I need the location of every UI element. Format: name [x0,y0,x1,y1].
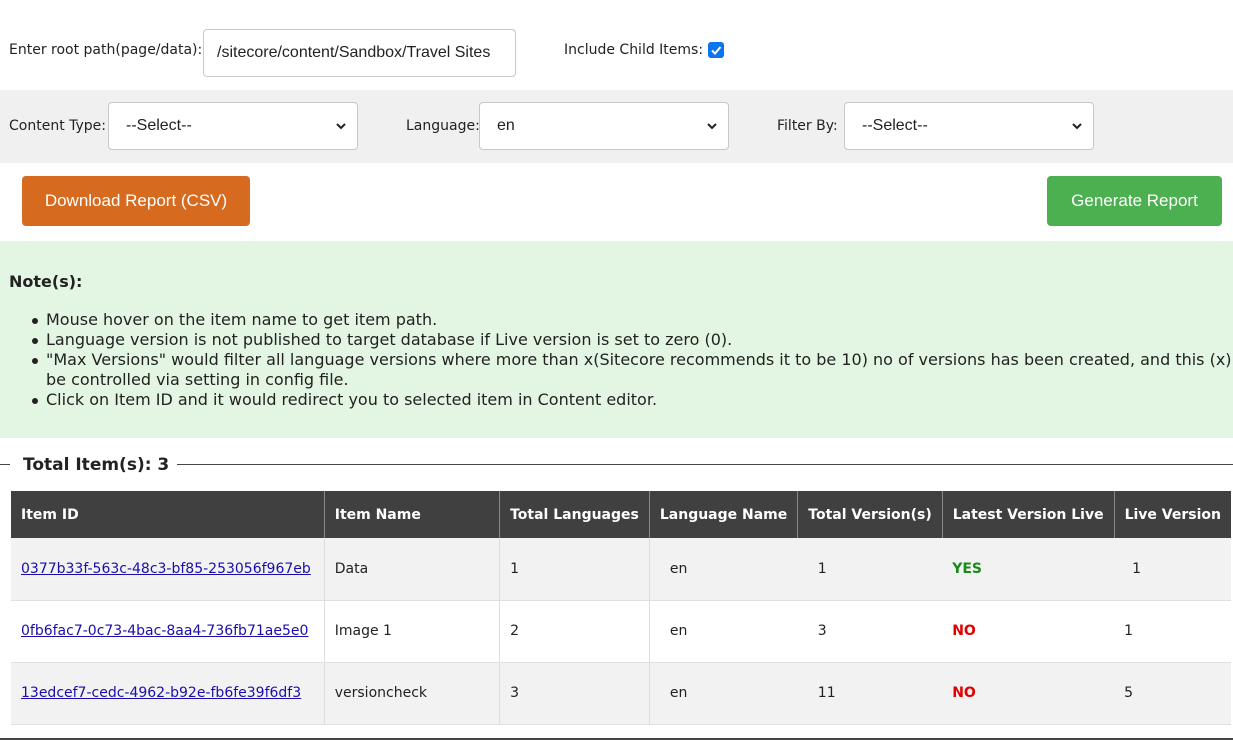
total-languages: 1 [499,538,650,601]
total-versions: 1 [797,538,943,601]
notes-list: Mouse hover on the item name to get item… [32,310,1233,410]
latest-version-live: YES [942,538,1115,601]
divider [0,464,10,465]
chevron-down-icon [336,123,346,130]
table-row: 0377b33f-563c-48c3-bf85-253056f967eb Dat… [11,538,1231,601]
download-report-button[interactable]: Download Report (CSV) [22,176,250,226]
include-child-checkbox[interactable] [708,42,724,58]
generate-report-button[interactable]: Generate Report [1047,176,1222,226]
root-path-row: Enter root path(page/data): /sitecore/co… [0,0,1233,90]
note-item: Click on Item ID and it would redirect y… [32,390,1233,410]
table-header-row: Item ID Item Name Total Languages Langua… [11,491,1231,538]
item-name[interactable]: Data [324,538,501,601]
bullet-icon [32,338,38,344]
table-row: 13edcef7-cedc-4962-b92e-fb6fe39f6df3 ver… [11,662,1231,725]
total-versions: 11 [797,662,943,725]
content-type-select[interactable]: --Select-- [108,102,358,150]
language-name: en [649,600,798,663]
total-languages: 3 [499,662,650,725]
live-version: 5 [1114,662,1231,725]
language-value: en [497,117,515,134]
live-version: 1 [1114,600,1231,663]
item-id-link[interactable]: 0377b33f-563c-48c3-bf85-253056f967eb [21,561,311,577]
live-version: 1 [1114,538,1231,601]
notes-title: Note(s): [9,272,83,291]
chevron-down-icon [707,123,717,130]
language-name: en [649,538,798,601]
item-id-link[interactable]: 0fb6fac7-0c73-4bac-8aa4-736fb71ae5e0 [21,623,308,639]
language-name: en [649,662,798,725]
latest-version-live: NO [942,600,1115,663]
filter-by-label: Filter By: [777,118,838,134]
column-header[interactable]: Live Version [1114,491,1231,538]
bullet-icon [32,318,38,324]
column-header[interactable]: Language Name [649,491,799,538]
filter-row: Content Type: --Select-- Language: en Fi… [0,90,1233,163]
content-type-value: --Select-- [126,117,192,134]
latest-version-live: NO [942,662,1115,725]
column-header[interactable]: Total Languages [499,491,650,538]
content-type-label: Content Type: [9,118,107,134]
notes-panel: Note(s): Mouse hover on the item name to… [0,241,1233,438]
filter-by-value: --Select-- [862,117,928,134]
column-header[interactable]: Item Name [324,491,501,538]
bullet-icon [32,398,38,404]
note-item: Language version is not published to tar… [32,330,1233,350]
language-select[interactable]: en [479,102,729,150]
item-id-link[interactable]: 13edcef7-cedc-4962-b92e-fb6fe39f6df3 [21,685,301,701]
column-header[interactable]: Item ID [11,491,325,538]
column-header[interactable]: Latest Version Live [942,491,1115,538]
item-name[interactable]: versioncheck [324,662,501,725]
filter-by-select[interactable]: --Select-- [844,102,1094,150]
column-header[interactable]: Total Version(s) [797,491,943,538]
total-items-label: Total Item(s): 3 [23,455,170,475]
table-row: 0fb6fac7-0c73-4bac-8aa4-736fb71ae5e0 Ima… [11,600,1231,663]
total-languages: 2 [499,600,650,663]
root-path-input[interactable]: /sitecore/content/Sandbox/Travel Sites [203,29,516,77]
bullet-icon [32,358,38,364]
root-path-label: Enter root path(page/data): [9,42,203,58]
item-name[interactable]: Image 1 [324,600,501,663]
checkmark-icon [711,46,722,55]
divider [177,464,1233,465]
report-table: Item ID Item Name Total Languages Langua… [11,491,1231,725]
chevron-down-icon [1072,123,1082,130]
total-versions: 3 [797,600,943,663]
note-item: "Max Versions" would filter all language… [32,350,1233,390]
include-child-label: Include Child Items: [564,42,704,58]
language-label: Language: [406,118,480,134]
note-item: Mouse hover on the item name to get item… [32,310,1233,330]
